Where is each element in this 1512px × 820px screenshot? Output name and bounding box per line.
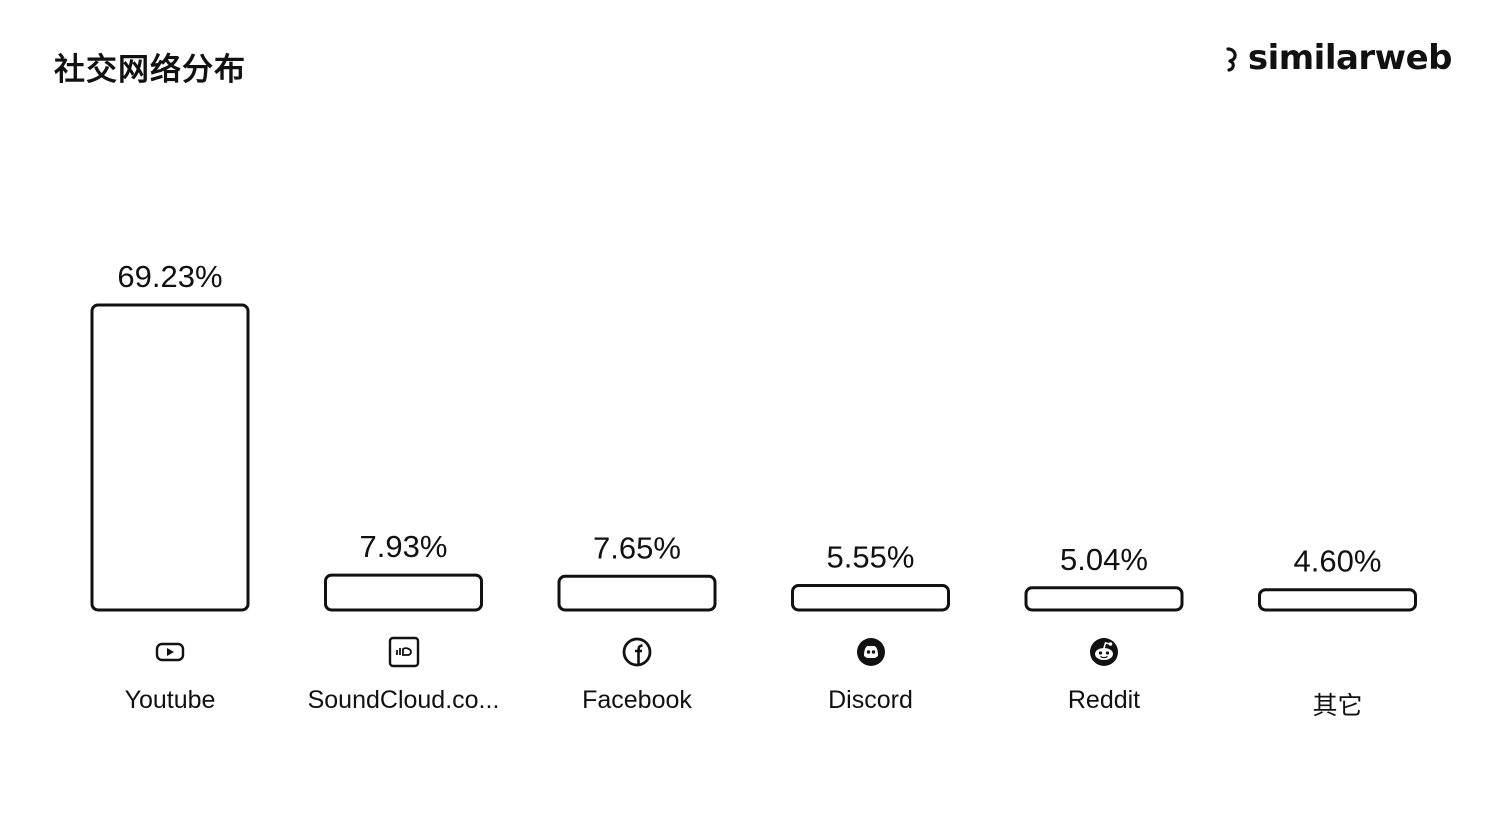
bar-5 xyxy=(1258,588,1417,612)
category-label-4: Reddit xyxy=(1067,686,1141,714)
category-label-1: SoundCloud.co... xyxy=(307,686,500,714)
bar-2 xyxy=(557,574,717,612)
discord-icon xyxy=(855,636,887,668)
data-label-4: 5.04% xyxy=(1060,542,1148,577)
data-label-3: 5.55% xyxy=(827,540,915,575)
data-label-5: 4.60% xyxy=(1294,544,1382,579)
category-label-0: Youtube xyxy=(124,686,216,714)
bar-4 xyxy=(1024,586,1184,612)
bar-3 xyxy=(791,584,950,612)
soundcloud-icon xyxy=(388,636,420,668)
category-label-3: Discord xyxy=(828,686,913,714)
bar-1 xyxy=(324,573,483,612)
youtube-icon xyxy=(154,636,186,668)
data-label-0: 69.23% xyxy=(117,259,222,294)
reddit-icon xyxy=(1088,636,1120,668)
facebook-icon xyxy=(621,636,653,668)
category-label-5: 其它 xyxy=(1312,692,1363,720)
bar-0 xyxy=(90,303,250,612)
data-label-1: 7.93% xyxy=(360,529,448,564)
category-label-2: Facebook xyxy=(582,686,692,714)
data-label-2: 7.65% xyxy=(593,530,681,565)
